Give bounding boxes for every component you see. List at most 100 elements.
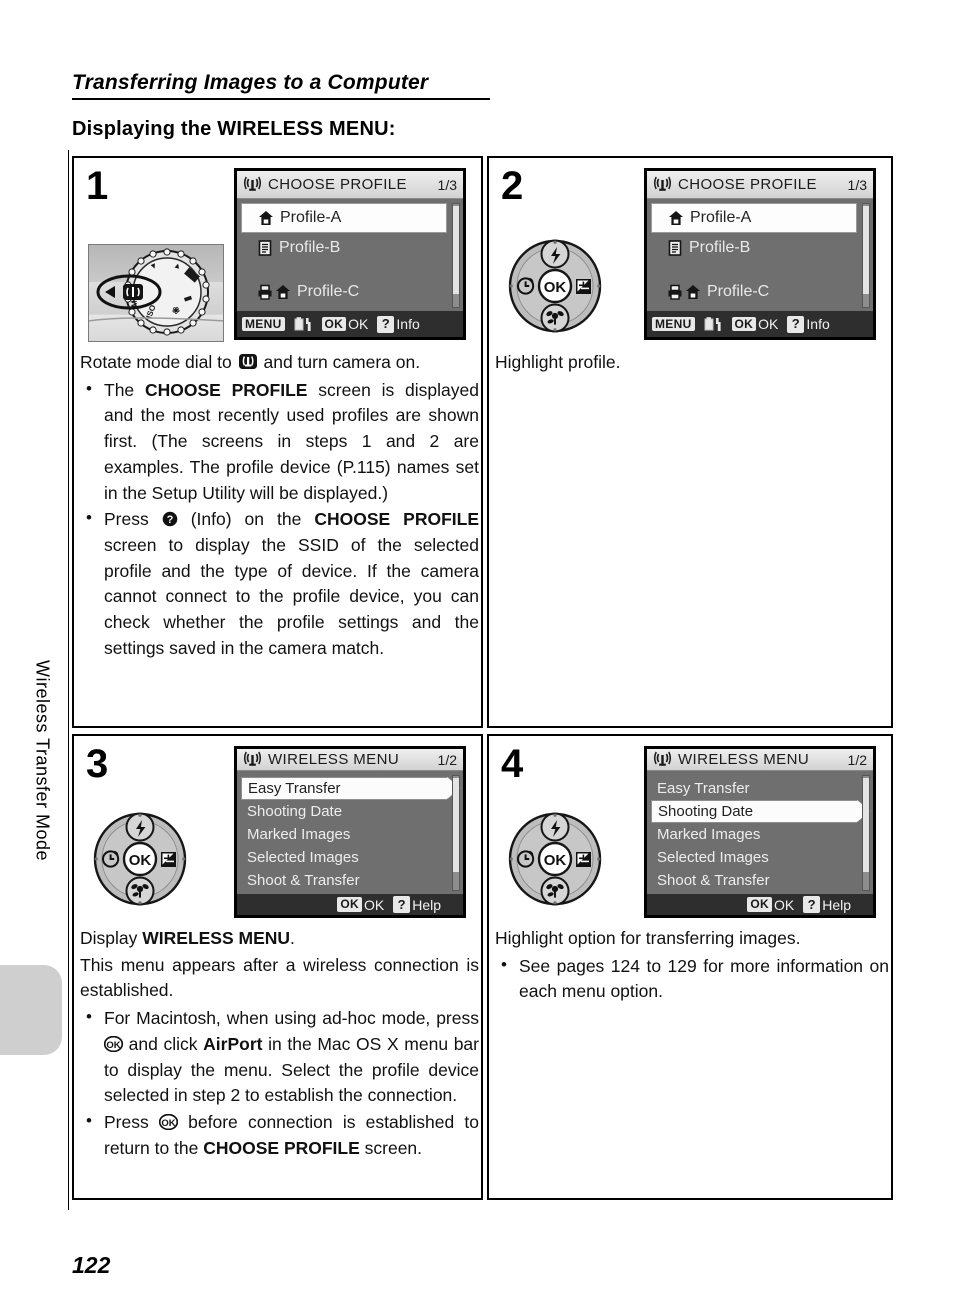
- ok-footer-item[interactable]: OK OK: [337, 897, 384, 913]
- ok-icon: OK: [544, 279, 567, 296]
- step-3-caption: Display WIRELESS MENU.: [80, 928, 295, 948]
- page-title: Transferring Images to a Computer: [72, 71, 429, 94]
- menu-badge[interactable]: MENU: [242, 316, 285, 332]
- profile-label: Profile-B: [689, 239, 751, 256]
- airport-emphasis: AirPort: [203, 1033, 263, 1054]
- info-footer-item[interactable]: ? Info: [787, 315, 830, 333]
- lcd-screen-choose-profile-1: CHOOSE PROFILE 1/3 Profile-A Profile-B P…: [234, 168, 466, 340]
- step-panel-1: 1 ▼ ▲ ▮ ❀ ISO M CHOOSE PROFILE 1/3 Profi…: [72, 156, 483, 728]
- menu-item[interactable]: Marked Images: [241, 823, 447, 846]
- menu-item-label: Shoot & Transfer: [657, 872, 770, 890]
- bullet-item: For Macintosh, when using ad-hoc mode, p…: [80, 1005, 479, 1109]
- step-1-caption: Rotate mode dial to and turn camera on.: [80, 350, 479, 376]
- menu-item[interactable]: Selected Images: [241, 846, 447, 869]
- title-underline: [72, 98, 490, 100]
- ok-footer-label: OK: [773, 896, 795, 913]
- profile-row[interactable]: Profile-B: [241, 233, 461, 263]
- home-icon: [658, 210, 684, 226]
- caption-before: Rotate mode dial to: [80, 352, 237, 372]
- step-4-copy: Highlight option for transferring images…: [495, 926, 889, 1006]
- home-icon: [276, 285, 290, 299]
- lcd-page-indicator: 1/3: [847, 176, 867, 193]
- step-4-caption: Highlight option for transferring images…: [495, 928, 801, 948]
- svg-text:OK: OK: [106, 1040, 120, 1051]
- lcd-title: CHOOSE PROFILE: [268, 176, 407, 193]
- ok-button-icon: OK: [158, 1114, 178, 1131]
- chapter-label: Wireless Transfer Mode: [22, 660, 62, 980]
- multi-selector-diagram: OK: [507, 811, 603, 907]
- info-footer-label: Info: [806, 316, 830, 332]
- help-question-icon: ?: [803, 896, 821, 914]
- bullet-item: Press OK before connection is establishe…: [80, 1109, 479, 1161]
- menu-item-label: Shooting Date: [658, 803, 754, 821]
- printer-icon: [668, 284, 682, 300]
- step-panel-3: 3 OK WIRELESS MENU 1/2 Easy Transfer Sho…: [72, 734, 483, 1200]
- help-question-icon: ?: [162, 512, 178, 527]
- wireless-antenna-icon: [653, 176, 672, 191]
- lcd-body: Profile-A Profile-B Profile-C: [647, 199, 873, 311]
- menu-item-label: Easy Transfer: [248, 780, 341, 798]
- lcd-footer: MENU OK OK ? Info: [647, 311, 873, 337]
- lcd-scrollbar[interactable]: [862, 775, 870, 892]
- help-question-icon: ?: [787, 315, 805, 333]
- menu-item[interactable]: Shoot & Transfer: [651, 869, 857, 892]
- home-icon: [686, 285, 700, 299]
- info-footer-label: Info: [396, 316, 420, 332]
- menu-item-label: Selected Images: [247, 849, 359, 867]
- lcd-scrollbar[interactable]: [862, 203, 870, 308]
- exposure-compensation-icon: [161, 852, 176, 867]
- ok-badge: OK: [321, 316, 347, 332]
- profile-label: Profile-A: [690, 209, 752, 226]
- setup-wrench-icon: [704, 316, 721, 331]
- step-number-3: 3: [86, 742, 109, 786]
- choose-profile-emphasis: CHOOSE PROFILE: [144, 379, 308, 400]
- menu-item[interactable]: Easy Transfer: [651, 777, 857, 800]
- menu-item[interactable]: Easy Transfer: [241, 777, 447, 801]
- lcd-footer: OK OK ? Help: [647, 894, 873, 915]
- ok-footer-item[interactable]: OK OK: [731, 316, 779, 332]
- ok-footer-label: OK: [363, 896, 385, 913]
- lcd-body: Easy Transfer Shooting Date Marked Image…: [237, 771, 463, 895]
- menu-item-label: Marked Images: [247, 826, 351, 844]
- info-footer-item[interactable]: ? Info: [377, 315, 420, 333]
- bullet-item: See pages 124 to 129 for more informatio…: [495, 953, 889, 1005]
- lcd-scrollbar[interactable]: [452, 775, 460, 892]
- step-panel-4: 4 OK WIRELESS MENU 1/2 Easy Transfer Sho…: [487, 734, 893, 1200]
- chapter-label-text: Wireless Transfer Mode: [32, 660, 53, 862]
- menu-item[interactable]: Marked Images: [651, 823, 857, 846]
- help-footer-item[interactable]: ? Help: [393, 896, 441, 914]
- multi-selector-diagram: OK: [507, 238, 603, 334]
- setup-wrench-icon: [294, 316, 311, 331]
- lcd-title: WIRELESS MENU: [678, 751, 810, 769]
- lcd-page-indicator: 1/3: [437, 176, 457, 193]
- menu-badge[interactable]: MENU: [652, 316, 695, 332]
- profile-row[interactable]: Profile-A: [241, 203, 447, 233]
- profile-row[interactable]: Profile-C: [651, 277, 871, 307]
- document-icon: [247, 240, 273, 256]
- lcd-page-indicator: 1/2: [437, 751, 457, 768]
- step-2-copy: Highlight profile.: [495, 350, 889, 377]
- ok-footer-item[interactable]: OK OK: [321, 316, 368, 332]
- profile-row[interactable]: Profile-A: [651, 203, 857, 233]
- help-question-icon: ?: [377, 315, 395, 333]
- profile-row[interactable]: Profile-B: [651, 233, 871, 263]
- ok-badge: OK: [731, 316, 757, 332]
- menu-item[interactable]: Shooting Date: [651, 800, 857, 824]
- menu-item[interactable]: Shooting Date: [241, 800, 447, 823]
- lcd-header: CHOOSE PROFILE 1/3: [647, 171, 873, 199]
- profile-row[interactable]: Profile-C: [241, 277, 461, 307]
- exposure-compensation-icon: [576, 852, 591, 867]
- wireless-antenna-icon: [653, 751, 672, 766]
- svg-text:?: ?: [166, 515, 173, 527]
- help-question-icon: ?: [393, 896, 411, 914]
- menu-item[interactable]: Shoot & Transfer: [241, 869, 447, 892]
- caption-after: and turn camera on.: [258, 352, 421, 372]
- help-footer-item[interactable]: ? Help: [803, 896, 851, 914]
- wireless-mode-icon: [238, 354, 257, 369]
- profile-label: Profile-C: [297, 283, 360, 300]
- lcd-scrollbar[interactable]: [452, 203, 460, 308]
- menu-item-label: Easy Transfer: [657, 780, 750, 798]
- menu-item[interactable]: Selected Images: [651, 846, 857, 869]
- ok-footer-label: OK: [758, 316, 779, 332]
- ok-footer-item[interactable]: OK OK: [747, 897, 794, 913]
